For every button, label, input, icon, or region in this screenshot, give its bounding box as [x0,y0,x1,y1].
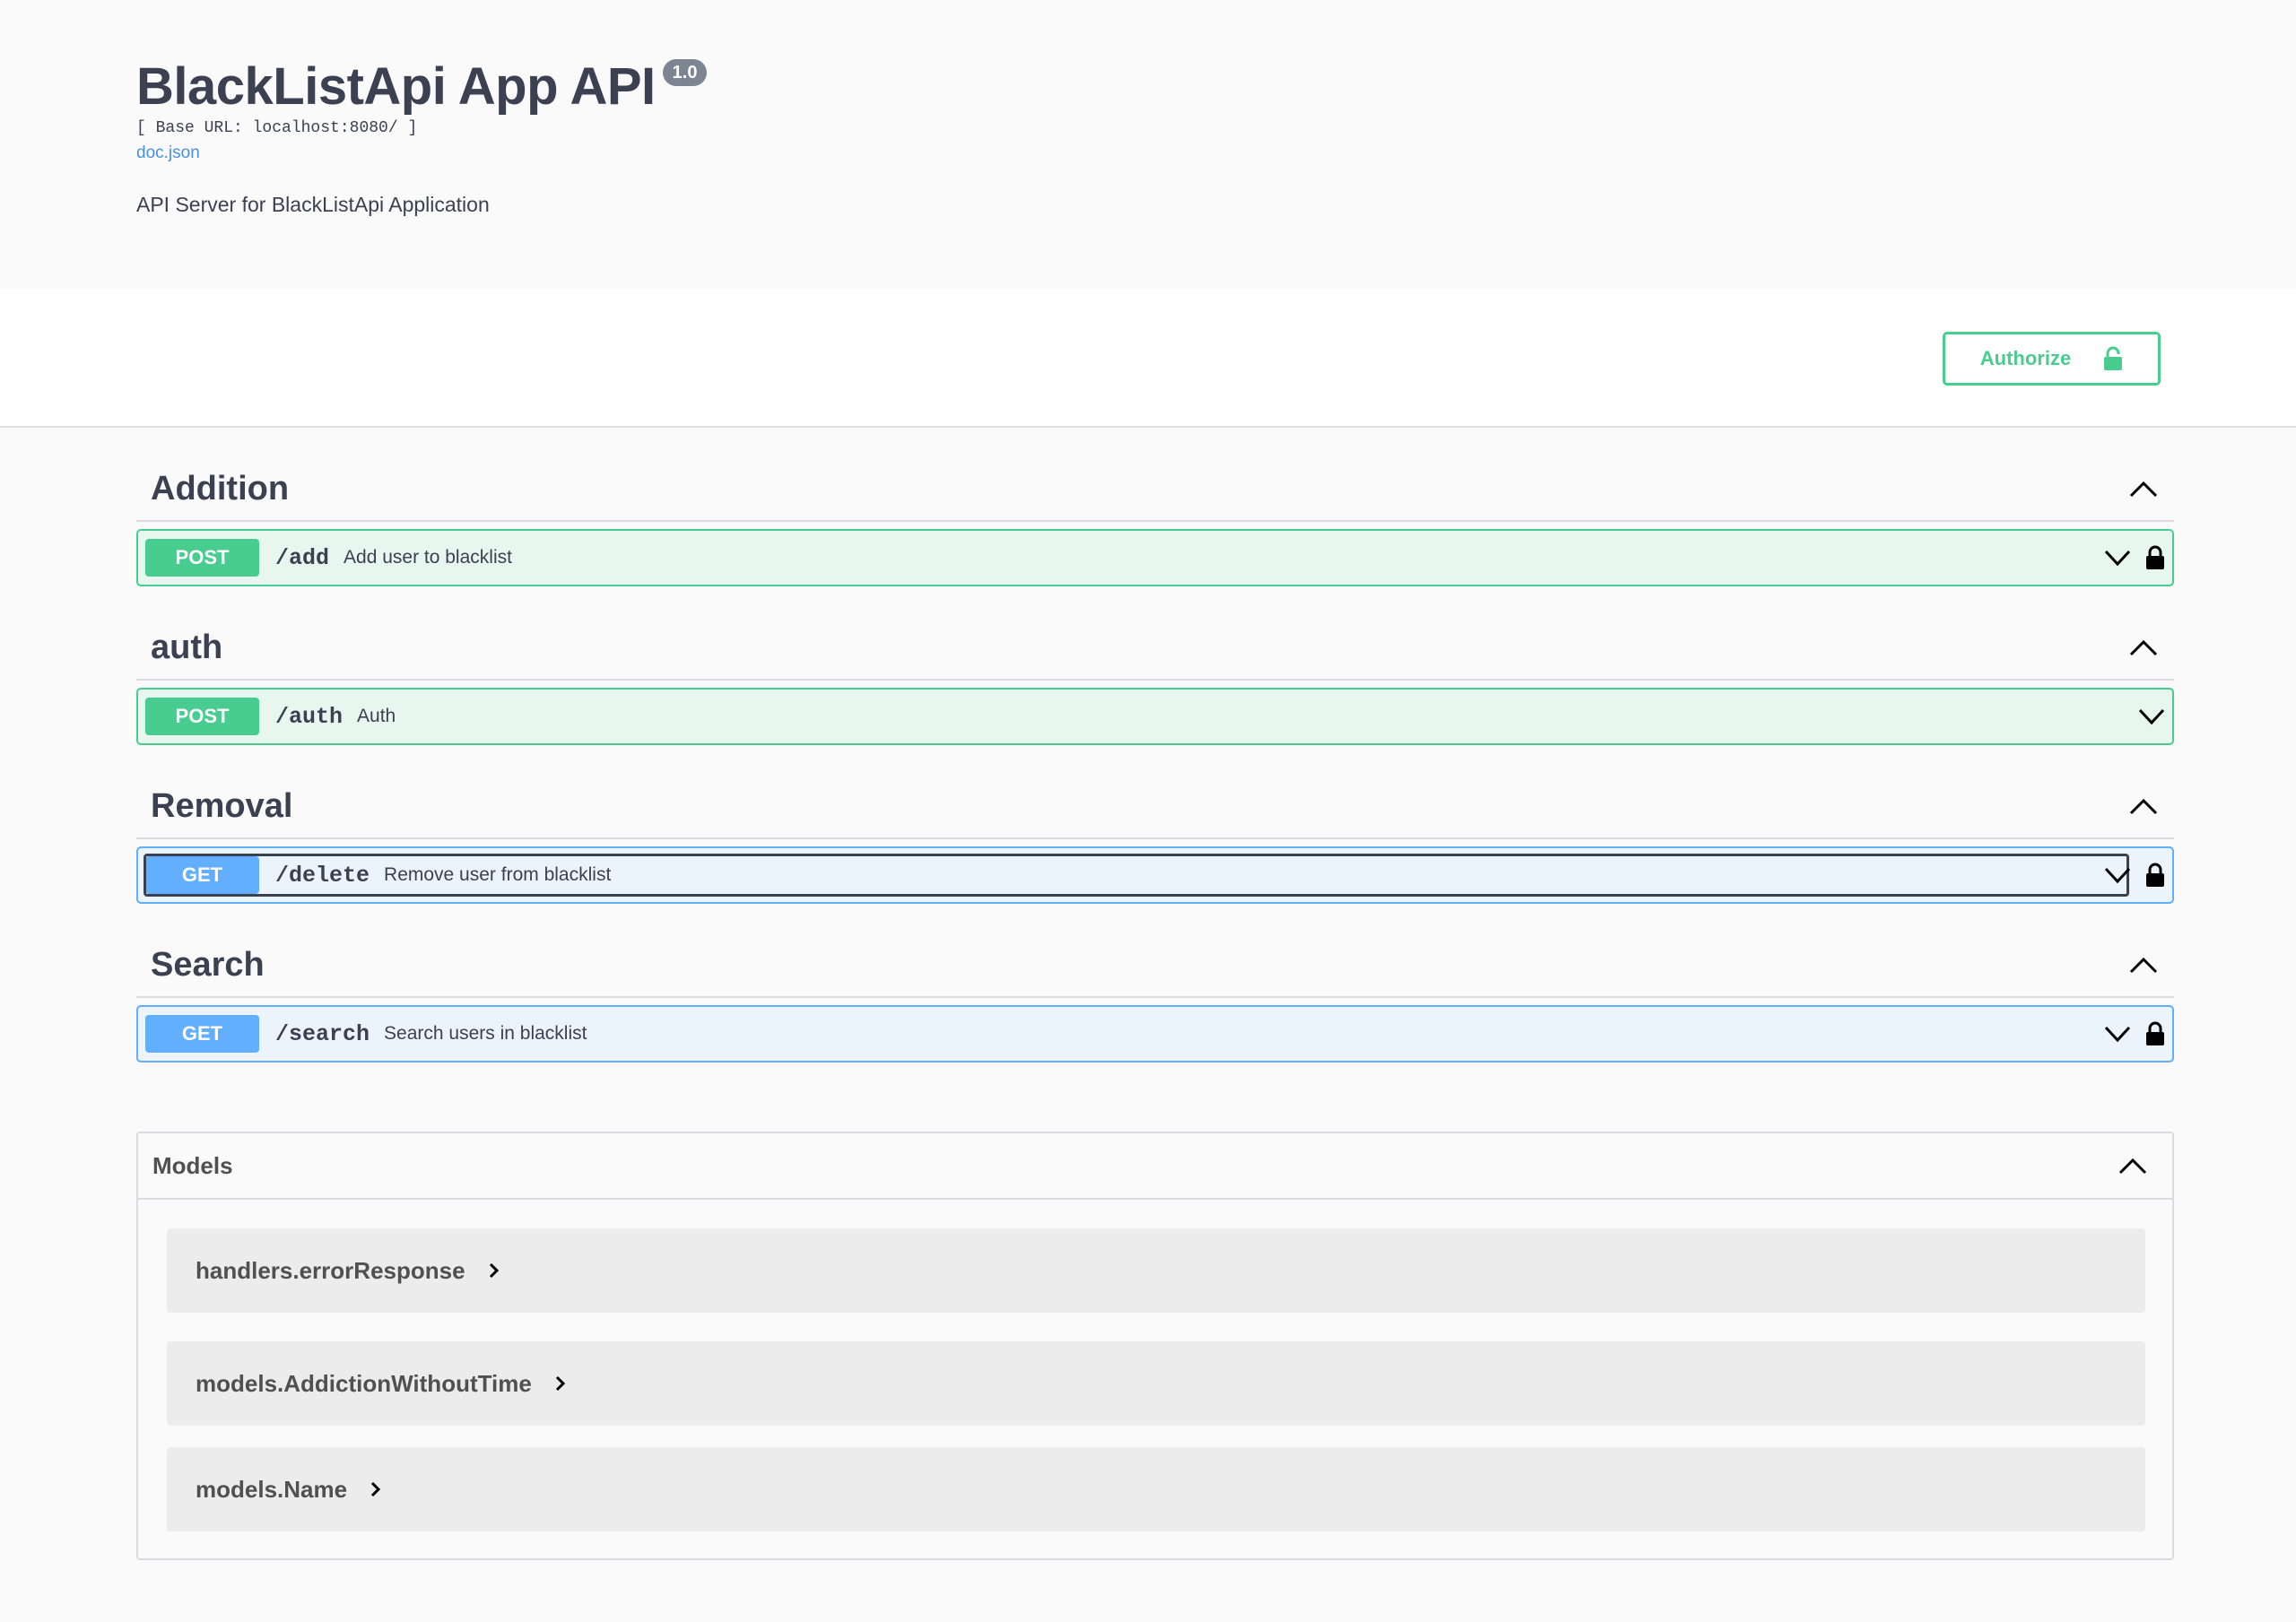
api-description: API Server for BlackListApi Application [136,193,490,216]
tag-header-addition[interactable]: Addition [136,457,2174,522]
models-section: Models handlers.errorResponse models.Add… [136,1132,2174,1560]
opblock-post-auth[interactable]: POST /auth Auth [136,688,2174,745]
model-name: models.Name [196,1475,348,1503]
operation-summary: Add user to blacklist [344,547,512,568]
operation-controls [2138,690,2165,743]
opblock-get-search[interactable]: GET /search Search users in blacklist [136,1005,2174,1063]
tag-header-auth[interactable]: auth [136,616,2174,681]
opblock-post-add[interactable]: POST /add Add user to blacklist [136,529,2174,586]
scheme-container: Authorize [0,289,2296,428]
tag-header-search[interactable]: Search [136,933,2174,998]
method-badge: POST [145,698,259,735]
chevron-right-icon[interactable] [370,1481,381,1497]
chevron-right-icon[interactable] [489,1262,500,1279]
model-item[interactable]: models.AddictionWithoutTime [167,1341,2145,1426]
info-section: BlackListApi App API 1.0 [ Base URL: loc… [0,0,2296,289]
tag-name: Addition [151,469,290,507]
operation-controls [2104,1007,2165,1061]
models-title: Models [152,1151,233,1179]
tag-header-removal[interactable]: Removal [136,775,2174,839]
operation-summary: Auth [357,706,396,726]
tag-section-addition: Addition POST /add Add user to blacklist [136,457,2174,586]
chevron-up-icon[interactable] [2129,638,2158,656]
authorize-label: Authorize [1979,347,2072,369]
opblock-get-delete[interactable]: GET /delete Remove user from blacklist [136,846,2174,904]
title-wrap: BlackListApi App API 1.0 [136,56,708,118]
method-badge: POST [145,539,259,577]
chevron-down-icon[interactable] [2104,549,2131,567]
tag-section-auth: auth POST /auth Auth [136,616,2174,745]
method-badge: GET [145,856,259,894]
operation-controls [2104,848,2165,902]
version-badge: 1.0 [662,59,708,86]
tag-name: Removal [151,786,293,825]
authorize-button[interactable]: Authorize [1943,332,2161,386]
chevron-down-icon[interactable] [2138,707,2165,725]
chevron-up-icon[interactable] [2118,1157,2147,1175]
model-name: handlers.errorResponse [196,1256,465,1284]
operation-summary: Remove user from blacklist [384,864,612,885]
tag-name: Search [151,945,265,984]
tag-section-removal: Removal GET /delete Remove user from bla… [136,775,2174,904]
operation-path: /auth [275,703,344,730]
model-name: models.AddictionWithoutTime [196,1369,532,1397]
base-url: [ Base URL: localhost:8080/ ] [136,119,418,137]
api-title: BlackListApi App API [136,57,656,116]
chevron-down-icon[interactable] [2104,866,2131,884]
doc-json-link[interactable]: doc.json [136,143,200,163]
lock-icon[interactable] [2145,863,2165,888]
operation-summary: Search users in blacklist [384,1023,587,1044]
chevron-up-icon[interactable] [2129,480,2158,498]
models-header[interactable]: Models [138,1133,2172,1200]
tag-section-search: Search GET /search Search users in black… [136,933,2174,1063]
lock-icon[interactable] [2145,545,2165,570]
chevron-right-icon[interactable] [555,1375,566,1392]
chevron-up-icon[interactable] [2129,797,2158,815]
unlocked-icon [2103,346,2123,371]
model-item[interactable]: models.Name [167,1447,2145,1531]
chevron-down-icon[interactable] [2104,1025,2131,1043]
method-badge: GET [145,1015,259,1053]
operation-path: /search [275,1020,370,1047]
operation-path: /add [275,544,330,571]
lock-icon[interactable] [2145,1021,2165,1046]
operation-controls [2104,531,2165,585]
model-item[interactable]: handlers.errorResponse [167,1228,2145,1313]
chevron-up-icon[interactable] [2129,956,2158,974]
tag-name: auth [151,628,223,666]
operation-path: /delete [275,862,370,889]
